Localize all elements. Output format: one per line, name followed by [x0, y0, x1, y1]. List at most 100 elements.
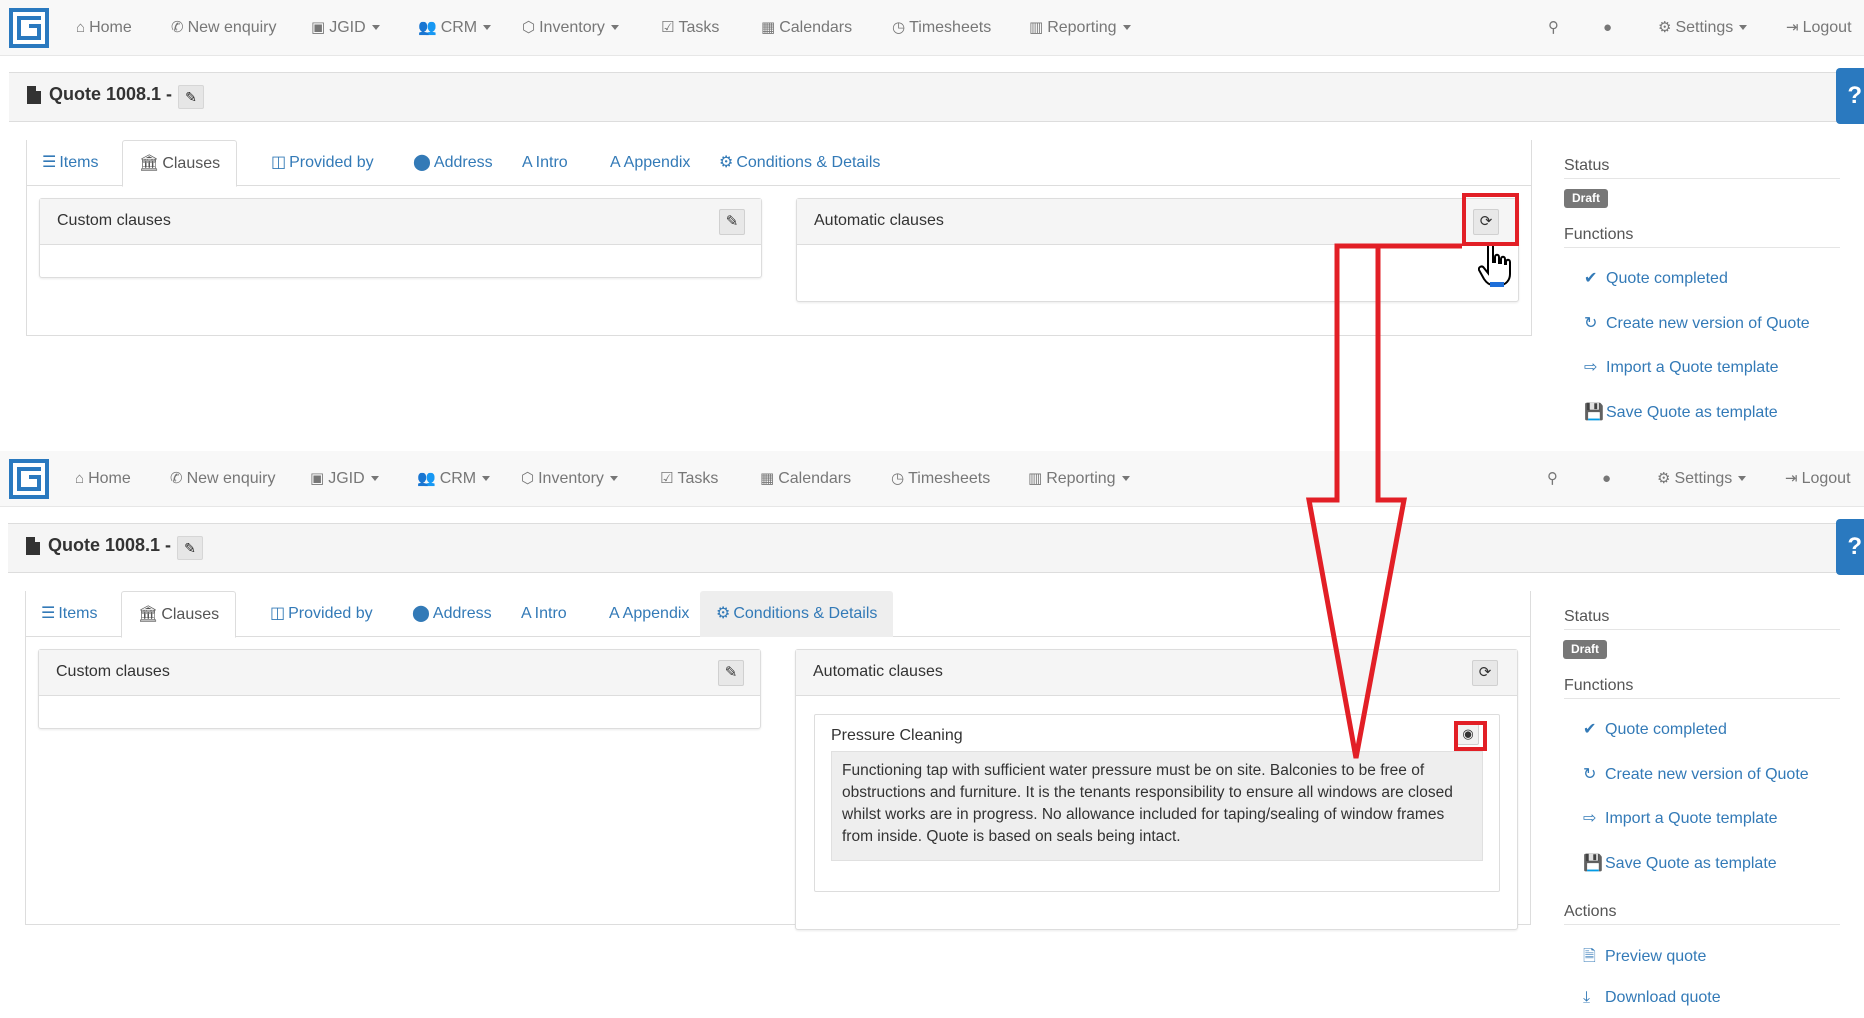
- clause-item: Pressure Cleaning Functioning tap with s…: [814, 714, 1500, 892]
- tab-clauses[interactable]: 🏛 Clauses: [122, 140, 238, 187]
- custom-clauses-panel: Custom clauses ✎: [38, 649, 761, 729]
- check-icon: ✔: [1584, 270, 1598, 287]
- nav-logout[interactable]: ⇥ Logout: [1785, 451, 1851, 507]
- nav-inventory[interactable]: ⬡ Inventory: [522, 0, 619, 56]
- tab-address[interactable]: ⬤ Address: [397, 140, 509, 186]
- nav-jgid[interactable]: ▣ JGID: [311, 0, 380, 56]
- tab-conditions-details[interactable]: ⚙ Conditions & Details: [700, 591, 894, 637]
- new-version-link[interactable]: ↻ Create new version of Quote: [1583, 764, 1809, 784]
- status-label: Status: [1564, 608, 1610, 625]
- save-template-link[interactable]: 💾 Save Quote as template: [1583, 853, 1777, 873]
- tab-intro[interactable]: A Intro: [506, 140, 584, 186]
- bar-chart-icon: ▥: [1029, 19, 1044, 36]
- document-icon: [27, 86, 41, 104]
- tab-provided-by[interactable]: ◫ Provided by: [254, 591, 389, 637]
- tab-items[interactable]: ☰ Items: [25, 591, 113, 637]
- search-icon: ⚲: [1547, 470, 1558, 487]
- edit-title-button[interactable]: ✎: [177, 536, 203, 560]
- search-icon: ⚲: [1548, 19, 1559, 36]
- nav-search[interactable]: ⚲: [1548, 0, 1563, 56]
- edit-custom-clauses-button[interactable]: ✎: [718, 660, 744, 686]
- custom-clauses-panel: Custom clauses ✎: [39, 198, 762, 278]
- nav-language[interactable]: ●: [1602, 451, 1615, 507]
- nav-language[interactable]: ●: [1603, 0, 1616, 56]
- app-logo[interactable]: [9, 8, 49, 48]
- columns-icon: ◫: [270, 605, 286, 622]
- pencil-icon: ✎: [184, 540, 196, 556]
- panel-heading: Custom clauses ✎: [39, 650, 760, 696]
- tab-address[interactable]: ⬤ Address: [396, 591, 508, 637]
- nav-search[interactable]: ⚲: [1547, 451, 1562, 507]
- tab-clauses[interactable]: 🏛 Clauses: [121, 591, 237, 638]
- nav-calendars[interactable]: ▦ Calendars: [761, 0, 852, 56]
- nav-settings[interactable]: ⚙ Settings: [1657, 451, 1747, 507]
- nav-reporting[interactable]: ▥ Reporting: [1028, 451, 1130, 507]
- edit-custom-clauses-button[interactable]: ✎: [719, 209, 745, 235]
- automatic-clauses-panel: Automatic clauses ⟳: [796, 198, 1519, 302]
- quote-completed-link[interactable]: ✔ Quote completed: [1583, 719, 1727, 739]
- nav-crm[interactable]: 👥 CRM: [417, 451, 491, 507]
- logout-icon: ⇥: [1785, 470, 1798, 487]
- highlight-refresh-button: [1462, 193, 1519, 246]
- nav-new-enquiry[interactable]: ✆ New enquiry: [171, 0, 277, 56]
- tab-intro[interactable]: A Intro: [505, 591, 583, 637]
- tab-appendix[interactable]: A Appendix: [593, 591, 705, 637]
- columns-icon: ◫: [271, 154, 287, 171]
- chevron-down-icon: [371, 25, 380, 31]
- nav-calendars[interactable]: ▦ Calendars: [760, 451, 851, 507]
- map-marker-icon: ⬤: [413, 154, 431, 171]
- app-logo[interactable]: [9, 459, 49, 499]
- divider: [1564, 247, 1840, 248]
- help-button[interactable]: ?: [1836, 68, 1864, 124]
- import-template-link[interactable]: ⇨ Import a Quote template: [1584, 357, 1779, 377]
- nav-home[interactable]: ⌂ Home: [75, 451, 131, 507]
- help-button[interactable]: ?: [1836, 519, 1864, 575]
- new-version-link[interactable]: ↻ Create new version of Quote: [1584, 313, 1810, 333]
- gear-icon: ⚙: [1657, 470, 1671, 487]
- nav-tasks[interactable]: ☑ Tasks: [661, 0, 719, 56]
- divider: [1564, 178, 1840, 179]
- nav-home[interactable]: ⌂ Home: [76, 0, 132, 56]
- id-card-icon: ▣: [310, 470, 325, 487]
- screenshot-before: ⌂ Home ✆ New enquiry ▣ JGID 👥 CRM ⬡ Inventory…: [0, 0, 1864, 452]
- clause-title: Pressure Cleaning: [831, 727, 963, 744]
- nav-reporting[interactable]: ▥ Reporting: [1029, 0, 1131, 56]
- quote-completed-link[interactable]: ✔ Quote completed: [1584, 268, 1728, 288]
- nav-jgid[interactable]: ▣ JGID: [310, 451, 379, 507]
- globe-icon: ●: [1602, 470, 1612, 487]
- tab-conditions-details[interactable]: ⚙ Conditions & Details: [703, 140, 896, 186]
- nav-new-enquiry[interactable]: ✆ New enquiry: [170, 451, 276, 507]
- nav-crm[interactable]: 👥 CRM: [418, 0, 492, 56]
- font-icon: A: [609, 605, 620, 622]
- nav-timesheets[interactable]: ◷ Timesheets: [892, 0, 991, 56]
- home-icon: ⌂: [75, 470, 85, 487]
- nav-timesheets[interactable]: ◷ Timesheets: [891, 451, 990, 507]
- cubes-icon: ⬡: [522, 19, 536, 36]
- page-header: Quote 1008.1 - ✎: [9, 72, 1864, 122]
- save-template-link[interactable]: 💾 Save Quote as template: [1584, 402, 1778, 422]
- import-template-link[interactable]: ⇨ Import a Quote template: [1583, 808, 1778, 828]
- nav-settings[interactable]: ⚙ Settings: [1658, 0, 1748, 56]
- tab-items[interactable]: ☰ Items: [26, 140, 114, 186]
- tab-provided-by[interactable]: ◫ Provided by: [255, 140, 390, 186]
- bank-icon: 🏛: [139, 155, 160, 172]
- refresh-icon: ⟳: [1478, 664, 1492, 681]
- map-marker-icon: ⬤: [412, 605, 430, 622]
- pencil-icon: ✎: [185, 89, 197, 105]
- logout-icon: ⇥: [1786, 19, 1799, 36]
- preview-quote-link[interactable]: 🗎 Preview quote: [1583, 945, 1706, 972]
- pencil-icon: ✎: [725, 213, 739, 230]
- page-title: Quote 1008.1 -: [48, 535, 172, 555]
- font-icon: A: [521, 605, 532, 622]
- tab-appendix[interactable]: A Appendix: [594, 140, 706, 186]
- bar-chart-icon: ▥: [1028, 470, 1043, 487]
- nav-tasks[interactable]: ☑ Tasks: [660, 451, 718, 507]
- download-quote-link[interactable]: ⤓ Download quote: [1583, 989, 1721, 1007]
- redo-icon: ↻: [1584, 315, 1598, 332]
- refresh-automatic-clauses-button[interactable]: ⟳: [1472, 660, 1498, 686]
- nav-logout[interactable]: ⇥ Logout: [1786, 0, 1852, 56]
- document-icon: [26, 537, 40, 555]
- edit-title-button[interactable]: ✎: [178, 85, 204, 109]
- nav-inventory[interactable]: ⬡ Inventory: [521, 451, 618, 507]
- import-icon: ⇨: [1583, 810, 1597, 827]
